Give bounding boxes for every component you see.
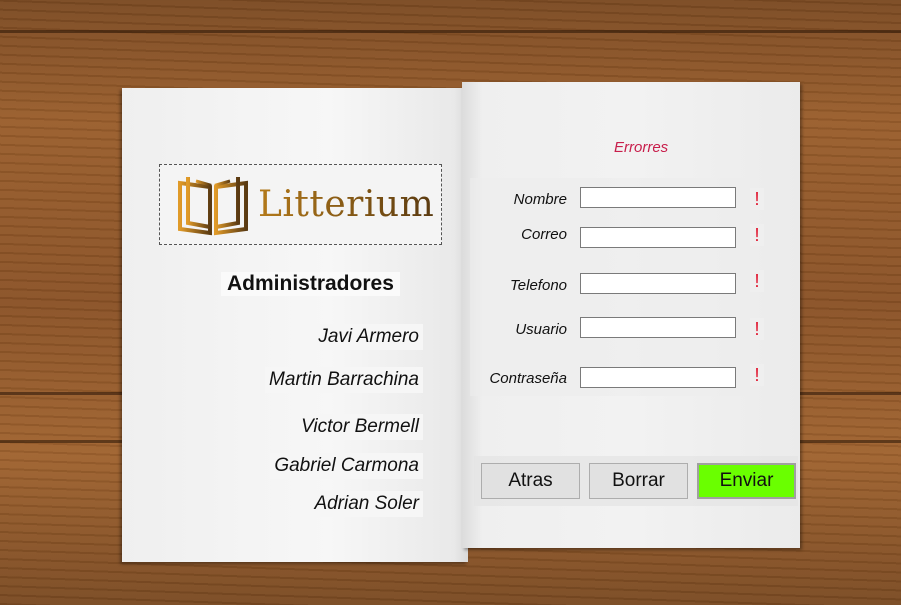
logo-wordmark: Litterium	[258, 184, 435, 225]
usuario-label: Usuario	[515, 321, 567, 338]
usuario-error-icon: !	[750, 318, 764, 340]
telefono-label: Telefono	[510, 277, 567, 294]
admin-name: Gabriel Carmona	[270, 453, 423, 479]
litterium-logo: Litterium	[159, 164, 442, 245]
telefono-error-icon: !	[750, 270, 764, 292]
contrasena-error-icon: !	[750, 364, 764, 386]
contrasena-input[interactable]	[580, 367, 736, 388]
back-button[interactable]: Atras	[481, 463, 580, 499]
admin-name: Martin Barrachina	[265, 367, 423, 393]
nombre-error-icon: !	[750, 188, 764, 210]
usuario-input[interactable]	[580, 317, 736, 338]
correo-error-icon: !	[750, 224, 764, 246]
clear-button[interactable]: Borrar	[589, 463, 688, 499]
errors-label: Errorres	[614, 139, 669, 156]
open-book-icon	[178, 176, 248, 235]
admin-name: Victor Bermell	[297, 414, 423, 440]
admin-name: Adrian Soler	[310, 491, 423, 517]
admin-name: Javi Armero	[314, 324, 423, 350]
correo-input[interactable]	[580, 227, 736, 248]
administrators-heading: Administradores	[221, 272, 400, 296]
nombre-input[interactable]	[580, 187, 736, 208]
send-button[interactable]: Enviar	[697, 463, 796, 499]
correo-label: Correo	[521, 226, 567, 243]
nombre-label: Nombre	[513, 191, 567, 208]
telefono-input[interactable]	[580, 273, 736, 294]
contrasena-label: Contraseña	[489, 370, 567, 387]
wood-plank-seam	[0, 30, 901, 33]
